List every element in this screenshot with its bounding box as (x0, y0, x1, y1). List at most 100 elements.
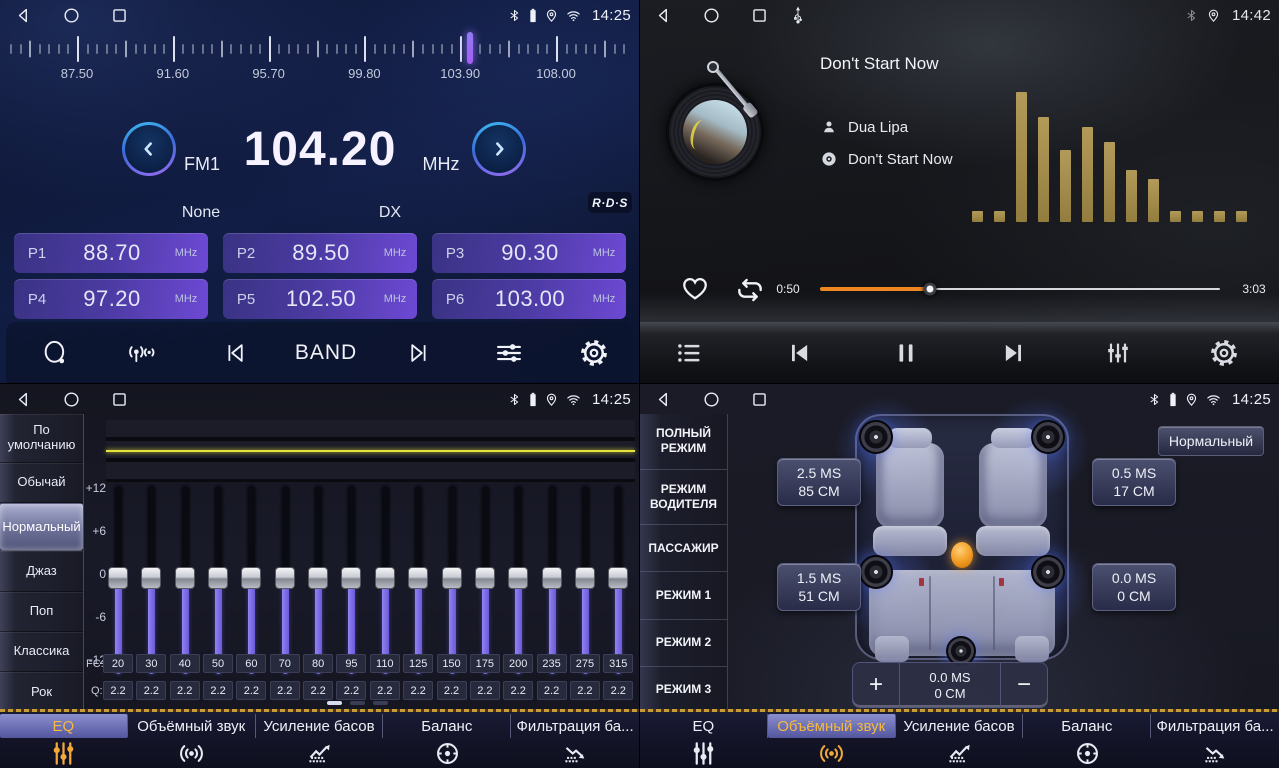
slider-thumb[interactable] (375, 567, 395, 589)
eq-preset-item[interactable]: Поп (0, 592, 83, 632)
slider-thumb[interactable] (308, 567, 328, 589)
nav-home-icon[interactable] (62, 6, 81, 25)
band-button[interactable]: BAND (295, 341, 357, 365)
eq-preset-item[interactable]: Нормальный (0, 503, 83, 552)
slider-thumb[interactable] (275, 567, 295, 589)
nav-back-icon[interactable] (654, 390, 673, 409)
seek-thumb[interactable] (924, 283, 937, 296)
front-right-speaker[interactable] (1031, 420, 1065, 454)
eq-band-slider[interactable] (541, 482, 563, 674)
slider-thumb[interactable] (141, 567, 161, 589)
slider-thumb[interactable] (442, 567, 462, 589)
tune-down-button[interactable] (122, 122, 176, 176)
slider-thumb[interactable] (575, 567, 595, 589)
surround-preset-button[interactable]: Нормальный (1158, 426, 1264, 456)
eq-preset-item[interactable]: Обычай (0, 463, 83, 503)
seek-bar[interactable] (820, 282, 1220, 296)
eq-band-slider[interactable] (340, 482, 362, 674)
eq-preset-item[interactable]: Рок (0, 672, 83, 712)
slider-thumb[interactable] (108, 567, 128, 589)
nav-back-icon[interactable] (654, 6, 673, 25)
tab-bass-boost[interactable]: Усиление басов (896, 712, 1024, 768)
eq-band-slider[interactable] (607, 482, 629, 674)
preset-button[interactable]: P188.70MHz (14, 233, 208, 273)
broadcast-dx-icon[interactable] (123, 339, 159, 367)
preset-button[interactable]: P390.30MHz (432, 233, 626, 273)
delay-increase-button[interactable]: + (853, 663, 899, 707)
listening-mode-item[interactable]: ПОЛНЫЙ РЕЖИМ (640, 414, 727, 470)
tab-balance[interactable]: Баланс (1023, 712, 1151, 768)
tab-filter[interactable]: Фильтрация ба... (511, 712, 639, 768)
slider-thumb[interactable] (241, 567, 261, 589)
repeat-icon[interactable] (734, 274, 766, 306)
next-track-icon[interactable] (1000, 339, 1028, 367)
eq-band-slider[interactable] (174, 482, 196, 674)
rear-right-speaker[interactable] (1031, 555, 1065, 589)
listening-mode-item[interactable]: ПАССАЖИР (640, 525, 727, 572)
eq-band-slider[interactable] (374, 482, 396, 674)
eq-band-slider[interactable] (574, 482, 596, 674)
front-left-speaker[interactable] (859, 420, 893, 454)
preset-button[interactable]: P6103.00MHz (432, 279, 626, 319)
mixer-sliders-icon[interactable] (1104, 339, 1132, 367)
listening-position-dot[interactable] (951, 542, 973, 568)
nav-recents-icon[interactable] (110, 6, 129, 25)
tab-surround[interactable]: Объёмный звук (768, 712, 896, 768)
favorite-heart-icon[interactable] (680, 274, 710, 304)
playlist-icon[interactable] (675, 339, 703, 367)
eq-preset-item[interactable]: По умолчанию (0, 414, 83, 463)
nav-home-icon[interactable] (62, 390, 81, 409)
eq-settings-icon[interactable] (495, 339, 524, 368)
tab-eq-sliders[interactable]: EQ (0, 712, 128, 768)
listening-mode-item[interactable]: РЕЖИМ 2 (640, 620, 727, 667)
tune-up-button[interactable] (472, 122, 526, 176)
preset-button[interactable]: P5102.50MHz (223, 279, 417, 319)
eq-band-slider[interactable] (240, 482, 262, 674)
rear-left-speaker[interactable] (859, 555, 893, 589)
eq-band-slider[interactable] (441, 482, 463, 674)
front-right-delay[interactable]: 0.5 MS 17 CM (1092, 458, 1176, 506)
previous-track-icon[interactable] (785, 339, 813, 367)
eq-band-slider[interactable] (507, 482, 529, 674)
settings-gear-icon[interactable] (579, 338, 609, 368)
tab-balance[interactable]: Баланс (383, 712, 511, 768)
rear-left-delay[interactable]: 1.5 MS 51 CM (777, 563, 861, 611)
slider-thumb[interactable] (608, 567, 628, 589)
slider-thumb[interactable] (508, 567, 528, 589)
listening-mode-item[interactable]: РЕЖИМ 3 (640, 667, 727, 714)
slider-thumb[interactable] (542, 567, 562, 589)
tab-surround[interactable]: Объёмный звук (128, 712, 256, 768)
slider-thumb[interactable] (341, 567, 361, 589)
nav-recents-icon[interactable] (750, 390, 769, 409)
tab-filter[interactable]: Фильтрация ба... (1151, 712, 1279, 768)
next-station-icon[interactable] (406, 340, 433, 367)
scan-search-icon[interactable] (41, 339, 69, 367)
frequency-scale[interactable]: 87.5091.6095.7099.80103.90108.00 (0, 34, 640, 86)
delay-decrease-button[interactable]: − (1001, 663, 1047, 707)
preset-button[interactable]: P497.20MHz (14, 279, 208, 319)
slider-thumb[interactable] (475, 567, 495, 589)
nav-home-icon[interactable] (702, 390, 721, 409)
previous-station-icon[interactable] (222, 340, 249, 367)
eq-preset-item[interactable]: Джаз (0, 551, 83, 591)
eq-band-slider[interactable] (207, 482, 229, 674)
eq-band-slider[interactable] (307, 482, 329, 674)
eq-band-slider[interactable] (274, 482, 296, 674)
preset-button[interactable]: P289.50MHz (223, 233, 417, 273)
eq-band-slider[interactable] (474, 482, 496, 674)
eq-band-slider[interactable] (140, 482, 162, 674)
nav-back-icon[interactable] (14, 6, 33, 25)
listening-mode-item[interactable]: РЕЖИМ 1 (640, 572, 727, 619)
nav-back-icon[interactable] (14, 390, 33, 409)
front-left-delay[interactable]: 2.5 MS 85 CM (777, 458, 861, 506)
nav-recents-icon[interactable] (750, 6, 769, 25)
slider-thumb[interactable] (175, 567, 195, 589)
settings-gear-icon[interactable] (1209, 338, 1239, 368)
listening-mode-item[interactable]: РЕЖИМ ВОДИТЕЛЯ (640, 470, 727, 526)
eq-band-slider[interactable] (407, 482, 429, 674)
pause-icon[interactable] (893, 340, 919, 366)
nav-home-icon[interactable] (702, 6, 721, 25)
slider-thumb[interactable] (208, 567, 228, 589)
slider-thumb[interactable] (408, 567, 428, 589)
eq-band-slider[interactable] (107, 482, 129, 674)
